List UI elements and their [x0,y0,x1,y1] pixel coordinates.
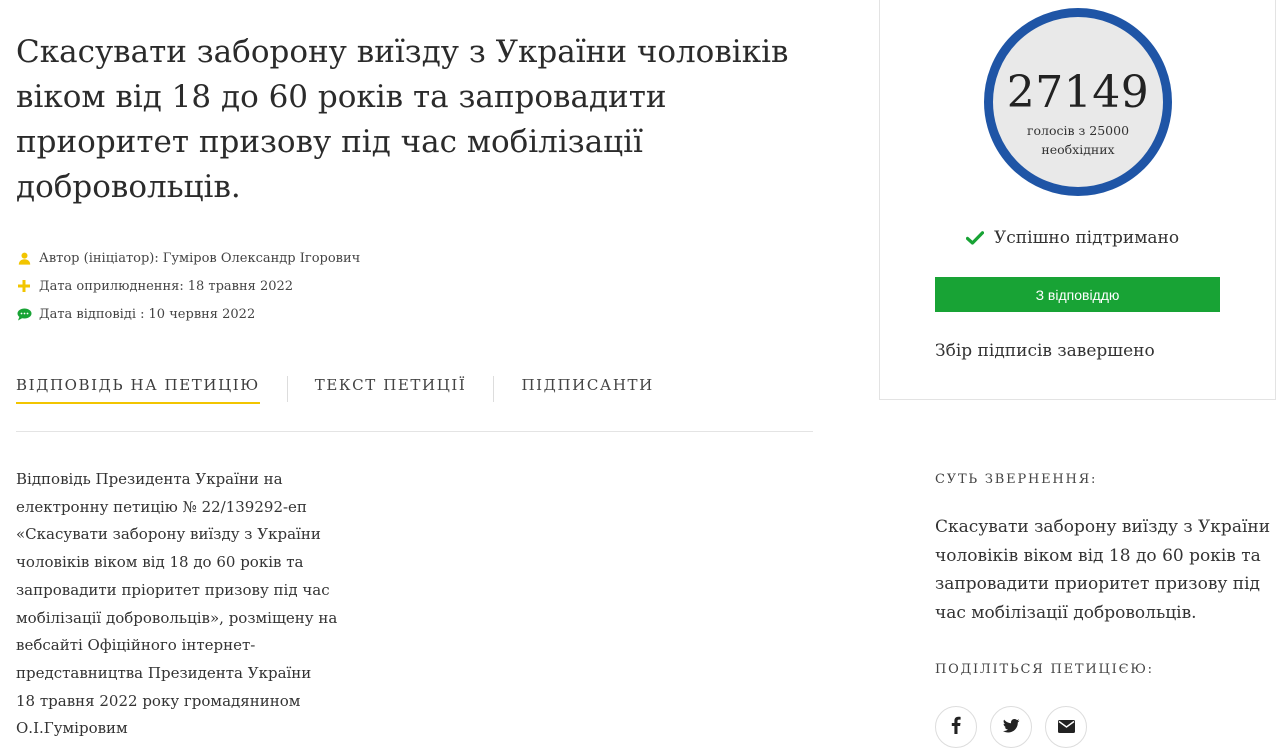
share-heading: ПОДІЛІТЬСЯ ПЕТИЦІЄЮ: [935,662,1154,677]
status-text: Успішно підтримано [994,228,1180,248]
author-value: Гуміров Олександр Ігорович [162,250,361,266]
plus-icon [16,279,32,293]
author-label: Автор (ініціатор): [39,250,159,266]
tab-answer[interactable]: ВІДПОВІДЬ НА ПЕТИЦІЮ [16,376,260,404]
facebook-icon [951,716,961,738]
with-answer-button[interactable]: З відповіддю [935,277,1220,312]
answer-date-value: 10 червня 2022 [148,306,256,322]
author-row: Автор (ініціатор): Гуміров Олександр Іго… [16,244,360,272]
tab-divider [493,376,495,402]
summary-text: Скасувати заборону виїзду з України чоло… [935,517,1271,623]
vote-count: 27149 [1006,67,1150,118]
answer-date-label: Дата відповіді : [39,306,145,322]
published-row: Дата оприлюднення: 18 травня 2022 [16,272,360,300]
check-icon [966,231,984,245]
tab-signers[interactable]: ПІДПИСАНТИ [521,376,653,402]
tabs-divider [16,431,813,432]
twitter-icon [1002,718,1020,737]
answer-text: Відповідь Президента України на електрон… [16,470,338,738]
email-share-button[interactable] [1045,706,1087,748]
twitter-share-button[interactable] [990,706,1032,748]
tab-petition-text[interactable]: ТЕКСТ ПЕТИЦІЇ [315,376,467,402]
email-icon [1057,718,1075,737]
published-value: 18 травня 2022 [187,278,294,294]
user-icon [16,251,32,265]
answer-date-row: Дата відповіді : 10 червня 2022 [16,300,360,328]
comment-icon [16,307,32,321]
vote-counter: 27149 голосів з 25000 необхідних [984,8,1172,196]
published-label: Дата оприлюднення: [39,278,184,294]
petition-meta: Автор (ініціатор): Гуміров Олександр Іго… [16,244,360,328]
vote-count-caption: голосів з 25000 необхідних [1026,123,1130,157]
summary-heading: СУТЬ ЗВЕРНЕННЯ: [935,472,1098,487]
petition-tabs: ВІДПОВІДЬ НА ПЕТИЦІЮ ТЕКСТ ПЕТИЦІЇ ПІДПИ… [16,376,654,404]
collection-status: Збір підписів завершено [935,341,1155,361]
status-line: Успішно підтримано [966,228,1179,248]
tab-divider [286,376,288,402]
petition-title: Скасувати заборону виїзду з України чоло… [16,34,789,205]
facebook-share-button[interactable] [935,706,977,748]
share-buttons [935,706,1100,748]
